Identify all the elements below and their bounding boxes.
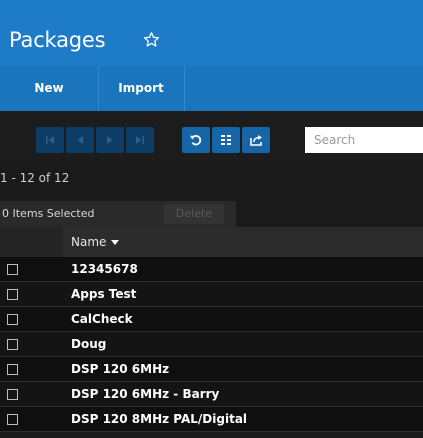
items-selected-label: 0 Items Selected [2,207,95,220]
row-name[interactable]: CalCheck [71,307,133,332]
select-column-header [0,227,63,257]
first-page-button[interactable] [36,127,64,153]
next-page-button[interactable] [96,127,124,153]
row-name[interactable]: DSP 120 8MHz PAL/Digital [71,407,247,432]
search-input[interactable] [305,127,423,153]
table-row[interactable]: Apps Test [0,282,423,307]
export-icon [250,135,262,146]
row-name[interactable]: Apps Test [71,282,136,307]
last-page-icon [136,136,144,144]
column-header-label: Name [71,235,107,249]
star-icon[interactable] [143,31,160,48]
columns-button[interactable] [212,127,240,153]
refresh-icon [190,135,202,146]
export-button[interactable] [242,127,270,153]
delete-button[interactable]: Delete [164,204,224,224]
table-body: 12345678 Apps Test CalCheck Doug DSP 120… [0,257,423,432]
table-row[interactable]: 12345678 [0,257,423,282]
row-checkbox[interactable] [7,339,18,350]
page-title: Packages [9,28,106,52]
column-header-name[interactable]: Name [71,227,120,257]
refresh-button[interactable] [182,127,210,153]
grid-toolbar [0,111,423,167]
table-row[interactable]: Doug [0,332,423,357]
row-name[interactable]: Doug [71,332,106,357]
action-bar: New Import [0,66,423,111]
row-name[interactable]: DSP 120 6MHz [71,357,169,382]
row-checkbox[interactable] [7,414,18,425]
row-checkbox[interactable] [7,389,18,400]
record-count: 1 - 12 of 12 [0,171,70,185]
row-name[interactable]: 12345678 [71,257,138,282]
table-row[interactable]: DSP 120 6MHz [0,357,423,382]
table-header: Name [0,227,423,257]
row-checkbox[interactable] [7,364,18,375]
table-row[interactable]: DSP 120 8MHz PAL/Digital [0,407,423,432]
table-row[interactable]: CalCheck [0,307,423,332]
table-row[interactable]: DSP 120 6MHz - Barry [0,382,423,407]
new-button[interactable]: New [0,66,98,111]
page-header: Packages [0,0,423,66]
import-button[interactable]: Import [98,66,184,111]
selection-bar: 0 Items Selected Delete [0,201,236,227]
next-page-icon [107,136,113,144]
row-checkbox[interactable] [7,289,18,300]
row-checkbox[interactable] [7,314,18,325]
previous-page-icon [77,136,83,144]
columns-icon [221,135,231,145]
last-page-button[interactable] [126,127,154,153]
packages-app: Packages New Import Search 1 - 12 of 12 … [0,0,423,438]
row-checkbox[interactable] [7,264,18,275]
action-divider [184,66,185,111]
first-page-icon [46,136,54,144]
row-name[interactable]: DSP 120 6MHz - Barry [71,382,219,407]
previous-page-button[interactable] [66,127,94,153]
sort-descending-icon [111,240,120,245]
